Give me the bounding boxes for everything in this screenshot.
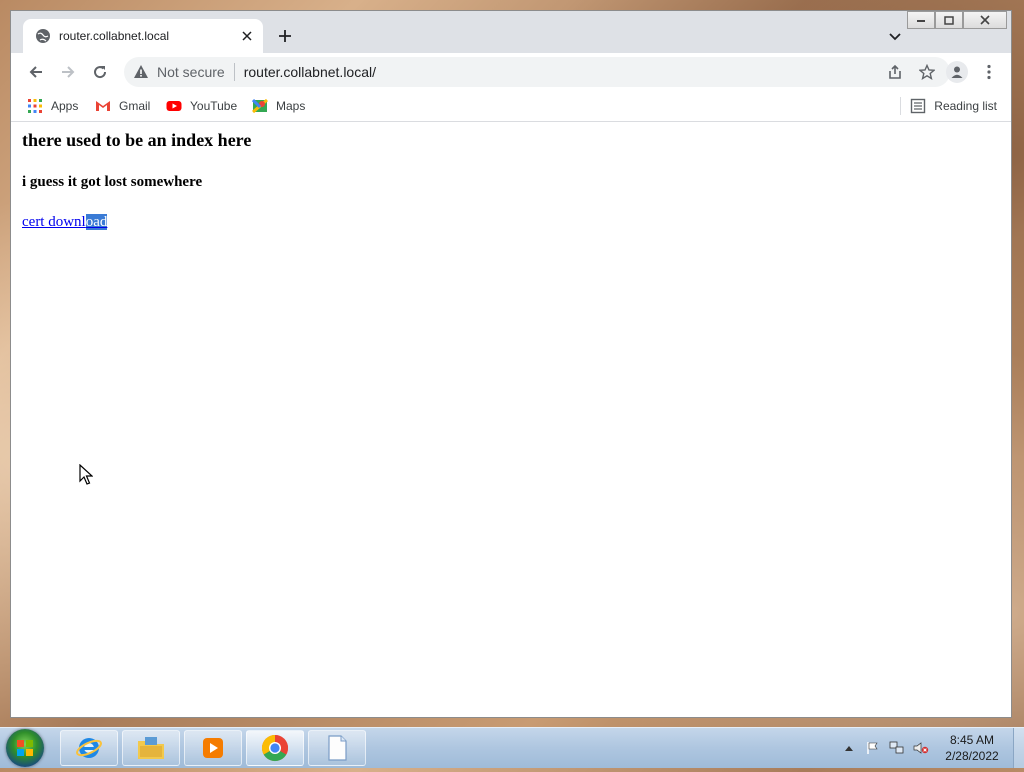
close-window-button[interactable] — [963, 11, 1007, 29]
reading-list-icon — [911, 98, 926, 114]
share-icon[interactable] — [886, 63, 904, 81]
bookmark-label: YouTube — [190, 99, 238, 113]
gmail-icon — [96, 101, 110, 111]
link-text-selected: oad — [85, 214, 108, 230]
clock[interactable]: 8:45 AM 2/28/2022 — [937, 732, 1007, 764]
reading-list-button[interactable]: Reading list — [910, 98, 997, 114]
chrome-icon — [261, 734, 289, 762]
reading-list-label: Reading list — [934, 99, 997, 113]
kebab-menu-icon — [987, 64, 991, 80]
link-text: cert downl — [22, 214, 86, 230]
window-controls — [907, 11, 1007, 29]
chevron-down-icon[interactable] — [887, 28, 903, 44]
bookmark-apps[interactable]: Apps — [27, 98, 78, 114]
tab-strip: router.collabnet.local — [11, 11, 1011, 53]
apps-grid-icon — [28, 99, 42, 113]
bookmark-label: Apps — [51, 99, 79, 113]
warning-icon[interactable] — [133, 64, 149, 80]
mouse-cursor-icon — [79, 464, 93, 485]
address-bar[interactable]: Not secure router.collabnet.local/ — [124, 57, 950, 87]
back-button[interactable] — [26, 62, 46, 82]
close-tab-icon[interactable] — [239, 28, 255, 44]
windows-logo-icon — [17, 740, 33, 756]
url-text[interactable]: router.collabnet.local/ — [244, 64, 886, 80]
taskbar: 8:45 AM 2/28/2022 — [0, 727, 1024, 768]
media-player-icon — [203, 738, 223, 758]
bookmark-label: Maps — [276, 99, 306, 113]
back-arrow-icon — [29, 66, 42, 78]
bookmark-maps[interactable]: Maps — [252, 98, 305, 114]
forward-arrow-icon — [62, 66, 75, 78]
profile-avatar[interactable] — [946, 61, 968, 83]
network-icon[interactable] — [889, 740, 905, 756]
show-hidden-icons-icon[interactable] — [841, 740, 857, 756]
show-desktop-button[interactable] — [1013, 728, 1024, 768]
tab-title: router.collabnet.local — [59, 29, 170, 43]
bookmarks-bar: Apps Gmail YouTube Maps Reading list — [11, 91, 1011, 122]
star-icon[interactable] — [918, 63, 936, 81]
system-tray: 8:45 AM 2/28/2022 — [841, 728, 1024, 768]
clock-time: 8:45 AM — [949, 733, 995, 747]
security-label[interactable]: Not secure — [157, 64, 225, 80]
minimize-button[interactable] — [907, 11, 935, 29]
internet-explorer-icon — [76, 738, 102, 758]
cert-download-link[interactable]: cert download — [22, 214, 108, 231]
browser-window: router.collabnet.local Not secure router… — [10, 10, 1012, 718]
action-center-flag-icon[interactable] — [865, 740, 881, 756]
globe-icon — [36, 29, 50, 43]
taskbar-file-explorer[interactable] — [122, 730, 180, 766]
bookmark-youtube[interactable]: YouTube — [166, 98, 237, 114]
bookmark-gmail[interactable]: Gmail — [95, 98, 150, 114]
page-heading: there used to be an index here — [22, 130, 252, 150]
browser-toolbar: Not secure router.collabnet.local/ — [11, 53, 1011, 91]
volume-muted-icon[interactable] — [913, 740, 929, 756]
menu-button[interactable] — [979, 62, 999, 82]
maps-icon — [252, 98, 268, 114]
file-explorer-icon — [138, 737, 164, 759]
bookmarks-divider — [900, 97, 901, 115]
page-subheading: i guess it got lost somewhere — [22, 174, 203, 190]
person-icon — [951, 66, 963, 78]
youtube-icon — [166, 101, 182, 111]
tab-active[interactable]: router.collabnet.local — [23, 19, 263, 53]
taskbar-media-player[interactable] — [184, 730, 242, 766]
document-icon — [328, 735, 347, 761]
taskbar-internet-explorer[interactable] — [60, 730, 118, 766]
reload-icon — [94, 66, 107, 79]
taskbar-document[interactable] — [308, 730, 366, 766]
reload-button[interactable] — [90, 62, 110, 82]
new-tab-button[interactable] — [275, 26, 295, 46]
bookmark-label: Gmail — [119, 99, 151, 113]
taskbar-chrome[interactable] — [246, 730, 304, 766]
clock-date: 2/28/2022 — [945, 749, 999, 763]
forward-button[interactable] — [58, 62, 78, 82]
omnibox-divider — [233, 63, 235, 81]
start-button[interactable] — [6, 729, 44, 767]
page-content: there used to be an index here i guess i… — [11, 122, 1011, 717]
restore-button[interactable] — [935, 11, 963, 29]
